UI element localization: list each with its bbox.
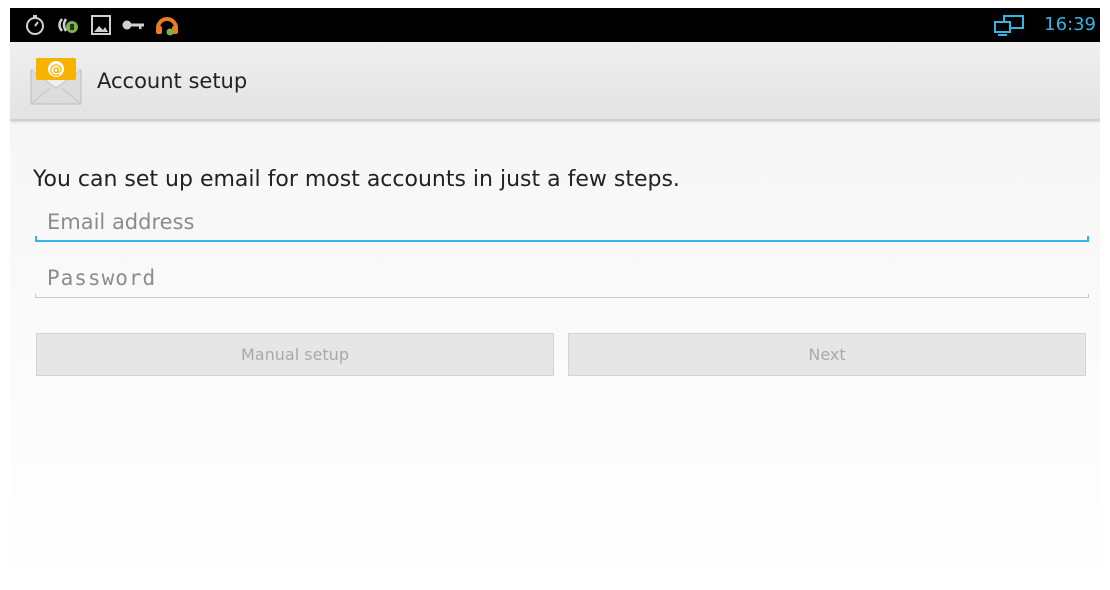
email-underline-tick-left xyxy=(35,236,37,242)
svg-text:@: @ xyxy=(50,63,63,78)
password-field[interactable] xyxy=(35,260,1089,300)
action-bar: @ Account setup xyxy=(10,42,1100,121)
password-underline-tick-left xyxy=(35,294,36,298)
email-underline xyxy=(35,240,1089,242)
status-clock: 16:39 xyxy=(1044,14,1096,35)
stopwatch-icon xyxy=(26,15,44,35)
password-underline-tick-right xyxy=(1088,294,1089,298)
next-button[interactable]: Next xyxy=(568,333,1086,376)
email-underline-tick-right xyxy=(1087,236,1089,242)
manual-setup-button[interactable]: Manual setup xyxy=(36,333,554,376)
intro-text: You can set up email for most accounts i… xyxy=(33,167,680,192)
screen-cast-icon xyxy=(994,15,1024,36)
email-input[interactable] xyxy=(35,204,1089,240)
password-underline xyxy=(35,297,1089,298)
key-icon xyxy=(122,20,144,30)
email-field[interactable] xyxy=(35,204,1089,244)
page-title: Account setup xyxy=(97,69,248,93)
device-screen: 16:39 @ Account setup You can set up ema… xyxy=(10,8,1100,590)
email-envelope-icon: @ xyxy=(30,58,82,105)
usb-debug-icon xyxy=(58,18,78,33)
status-bar: 16:39 xyxy=(10,8,1100,42)
headset-icon xyxy=(156,17,178,36)
gallery-icon xyxy=(91,15,111,35)
password-input[interactable] xyxy=(35,260,1089,296)
